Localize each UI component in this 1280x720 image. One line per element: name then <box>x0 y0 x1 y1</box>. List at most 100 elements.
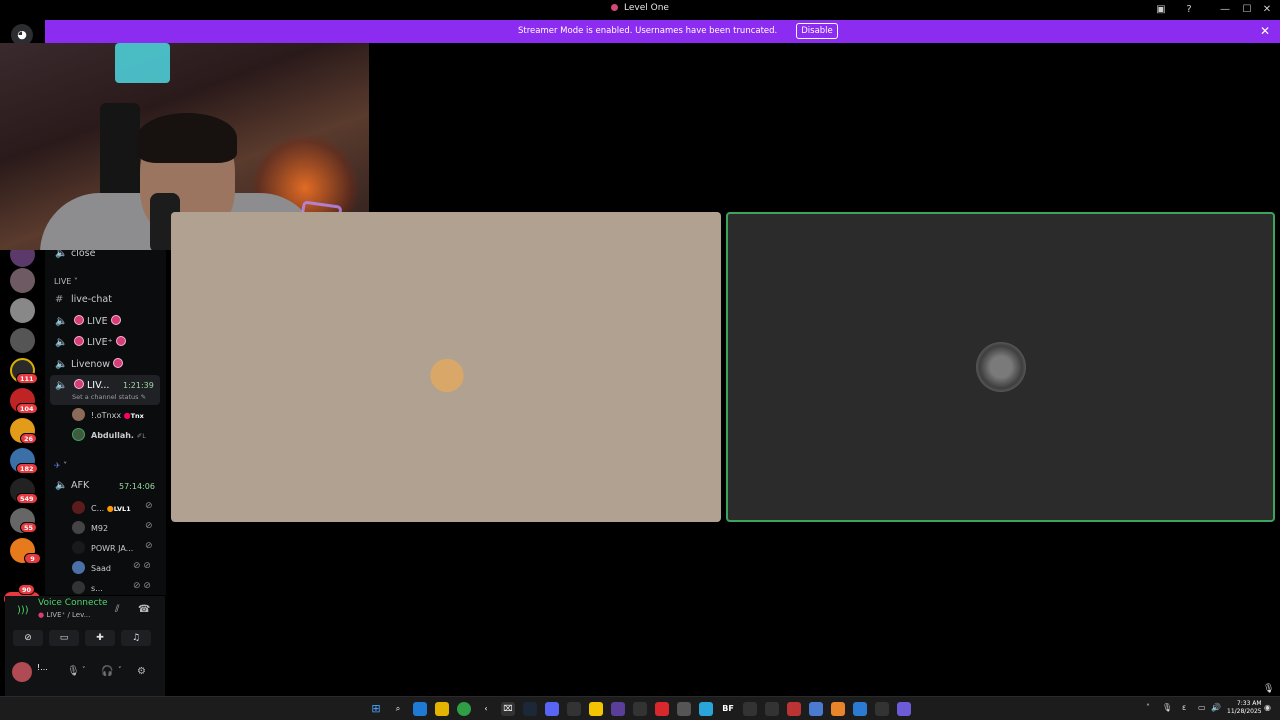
member-item[interactable]: Abdullah. ✐L <box>72 428 146 444</box>
noise-suppression-icon[interactable]: ⫽ <box>115 604 119 615</box>
live-dot-icon <box>74 315 84 325</box>
notification-badge: 104 <box>16 403 38 414</box>
deafened-icon: ⊘ ⊘ <box>133 561 151 571</box>
voice-status[interactable]: Voice Connecte <box>38 598 108 608</box>
disconnect-icon[interactable]: ☎ <box>138 604 150 615</box>
camera-button[interactable]: ⊘ <box>13 630 43 646</box>
close-window-button[interactable]: ✕ <box>1260 3 1274 17</box>
soundboard-button[interactable]: ♫ <box>121 630 151 646</box>
chevron-down-icon[interactable]: ˅ <box>118 666 122 674</box>
category-header[interactable]: ✈ ˅ <box>54 461 67 470</box>
app-icon[interactable] <box>765 702 779 716</box>
user-name[interactable]: !... <box>37 663 48 672</box>
chrome-icon[interactable] <box>457 702 471 716</box>
participant-tile[interactable] <box>171 212 721 522</box>
headphones-icon[interactable]: 🎧 <box>101 666 113 677</box>
member-item[interactable]: s... <box>72 581 103 597</box>
app-icon[interactable] <box>831 702 845 716</box>
language-icon[interactable]: ε <box>1182 703 1186 712</box>
notification-icon[interactable]: ◉ <box>1264 703 1271 712</box>
member-item[interactable]: C... ●LVL1 <box>72 501 131 517</box>
minimize-button[interactable]: — <box>1218 3 1232 17</box>
inbox-icon[interactable]: ▣ <box>1154 3 1168 17</box>
category-header[interactable]: LIVE ˅ <box>54 277 78 286</box>
window-title: Level One <box>0 3 1280 13</box>
app-icon[interactable] <box>875 702 889 716</box>
avatar <box>72 501 85 514</box>
notification-badge: 9 <box>24 553 41 564</box>
member-item[interactable]: M92 <box>72 521 108 537</box>
app-icon[interactable] <box>567 702 581 716</box>
folder-icon[interactable] <box>435 702 449 716</box>
afk-channel-timer: 57:14:06 <box>119 482 155 491</box>
chevron-down-icon[interactable]: ˅ <box>82 666 86 674</box>
edge-icon[interactable] <box>413 702 427 716</box>
help-icon[interactable]: ? <box>1182 3 1196 17</box>
system-clock[interactable]: 7:33 AM 11/28/2025 <box>1227 700 1262 716</box>
channel-close[interactable]: 🔈 close <box>55 248 95 266</box>
server-icon[interactable] <box>10 298 35 323</box>
activities-button[interactable]: ✚ <box>85 630 115 646</box>
category-icon: ✈ <box>54 461 61 470</box>
app-icon[interactable] <box>853 702 867 716</box>
close-banner-icon[interactable]: ✕ <box>1260 24 1270 38</box>
channel-live-plus[interactable]: 🔈 LIVE⁺ <box>55 336 129 354</box>
voice-channel[interactable]: ● LIVE⁺ / Lev... <box>38 611 90 619</box>
screen-share-button[interactable]: ▭ <box>49 630 79 646</box>
app-icon[interactable] <box>743 702 757 716</box>
steam-icon[interactable] <box>523 702 537 716</box>
hash-icon: # <box>55 294 64 305</box>
member-item[interactable]: Saad <box>72 561 111 577</box>
network-icon[interactable]: ▭ <box>1198 703 1206 712</box>
signal-icon[interactable]: ))) <box>17 605 29 616</box>
app-icon[interactable] <box>677 702 691 716</box>
live-dot-icon <box>113 358 124 368</box>
app-icon[interactable] <box>809 702 823 716</box>
streamer-mode-banner: Streamer Mode is enabled. Usernames have… <box>45 20 1280 43</box>
speaker-icon: 🔈 <box>55 316 68 327</box>
maximize-button[interactable]: ☐ <box>1240 3 1254 17</box>
channel-livenow[interactable]: 🔈 Livenow <box>55 358 126 376</box>
user-avatar[interactable] <box>12 662 32 682</box>
app-icon[interactable] <box>699 702 713 716</box>
start-icon[interactable]: ⊞ <box>369 702 383 716</box>
app-icon[interactable] <box>611 702 625 716</box>
mic-indicator-icon: 🎙 <box>1263 684 1275 694</box>
server-icon[interactable] <box>10 268 35 293</box>
mushroom-icon: ● <box>123 411 131 420</box>
live-dot-icon <box>110 315 121 325</box>
active-channel-timer: 1:21:39 <box>123 381 154 390</box>
server-icon[interactable] <box>10 328 35 353</box>
disable-button[interactable]: Disable <box>796 23 838 39</box>
channel-afk[interactable]: 🔈 AFK <box>55 480 89 498</box>
app-icon[interactable]: BF <box>721 702 735 716</box>
microphone-icon[interactable]: 🎙 <box>67 666 80 677</box>
participant-tile-speaking[interactable] <box>726 212 1275 522</box>
app-icon[interactable]: ‹ <box>479 702 493 716</box>
app-icon[interactable] <box>655 702 669 716</box>
search-icon[interactable]: ⌕ <box>391 702 405 716</box>
deafened-icon: ⊘ ⊘ <box>133 581 151 591</box>
channel-live[interactable]: 🔈 LIVE <box>55 315 124 333</box>
live-dot-icon <box>611 4 619 11</box>
speaker-icon: 🔈 <box>55 480 68 491</box>
volume-icon[interactable]: 🔊 <box>1211 703 1221 712</box>
app-icon[interactable] <box>633 702 647 716</box>
chevron-up-icon[interactable]: ˄ <box>1146 703 1150 712</box>
avatar <box>72 521 85 534</box>
gear-icon[interactable]: ⚙ <box>137 666 146 677</box>
app-icon[interactable] <box>589 702 603 716</box>
avatar <box>72 428 85 441</box>
channel-live-chat[interactable]: # live-chat <box>55 294 112 312</box>
app-icon[interactable]: ⌧ <box>501 702 515 716</box>
led-light <box>115 43 170 83</box>
notification-badge: 549 <box>16 493 38 504</box>
member-item[interactable]: POWR JA... <box>72 541 133 557</box>
speaker-icon: 🔈 <box>55 337 68 348</box>
notification-badge: 90 <box>18 584 36 595</box>
discord-icon[interactable] <box>545 702 559 716</box>
app-icon[interactable] <box>897 702 911 716</box>
microphone-icon[interactable]: 🎙 <box>1162 703 1172 712</box>
app-icon[interactable] <box>787 702 801 716</box>
member-item[interactable]: !.oTnxx ●Tnx <box>72 408 144 424</box>
